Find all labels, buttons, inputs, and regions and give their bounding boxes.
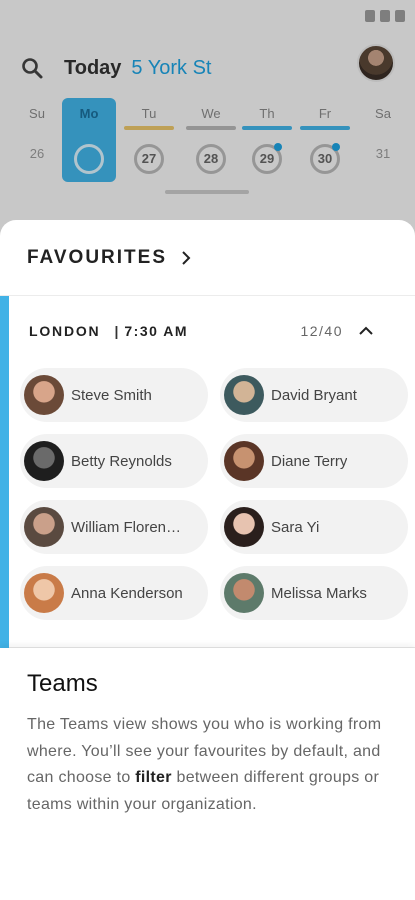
person-chip[interactable]: Sara Yi	[220, 500, 408, 554]
person-name: Anna Kenderson	[71, 584, 183, 602]
avatar	[224, 573, 264, 613]
info-body-filter: filter	[135, 769, 172, 786]
info-body: The Teams view shows you who is working …	[27, 712, 388, 818]
group-count: 12/40	[300, 323, 343, 339]
background-app: Today 5 York St Su 26 Mo Tu 27 We 28 Th 29 Fr 30 Sa…	[0, 0, 415, 240]
chevron-up-icon[interactable]	[359, 326, 373, 336]
chevron-right-icon	[182, 250, 191, 265]
avatar	[224, 507, 264, 547]
group-local-time: 7:30 AM	[124, 323, 189, 339]
person-chip[interactable]: Betty Reynolds	[20, 434, 208, 488]
person-name: Melissa Marks	[271, 584, 367, 602]
person-name: Steve Smith	[71, 386, 152, 404]
person-name: Diane Terry	[271, 452, 348, 470]
info-card: Teams The Teams view shows you who is wo…	[0, 648, 415, 900]
avatar	[224, 441, 264, 481]
person-chip[interactable]: Steve Smith	[20, 368, 208, 422]
people-grid: Steve Smith David Bryant Betty Reynolds Dia…	[20, 368, 408, 620]
avatar	[224, 375, 264, 415]
person-chip[interactable]: David Bryant	[220, 368, 408, 422]
person-chip[interactable]: Melissa Marks	[220, 566, 408, 620]
person-name: Betty Reynolds	[71, 452, 172, 470]
avatar	[24, 441, 64, 481]
group-accent-bar	[0, 296, 9, 648]
avatar	[24, 507, 64, 547]
group-city: LONDON	[29, 323, 101, 339]
avatar	[24, 573, 64, 613]
avatar	[24, 375, 64, 415]
person-name: David Bryant	[271, 386, 357, 404]
person-chip[interactable]: Diane Terry	[220, 434, 408, 488]
person-name: William Floren…	[71, 518, 182, 536]
person-chip[interactable]: Anna Kenderson	[20, 566, 208, 620]
person-chip[interactable]: William Floren…	[20, 500, 208, 554]
group-separator: |	[114, 323, 119, 339]
location-group: LONDON | 7:30 AM 12/40 Steve Smith David …	[0, 296, 415, 648]
info-title: Teams	[27, 670, 98, 697]
dim-overlay	[0, 0, 415, 240]
favourites-header[interactable]: FAVOURITES	[0, 220, 415, 296]
group-header[interactable]: LONDON | 7:30 AM 12/40	[29, 323, 373, 339]
person-name: Sara Yi	[271, 518, 320, 536]
favourites-title: FAVOURITES	[27, 246, 167, 268]
